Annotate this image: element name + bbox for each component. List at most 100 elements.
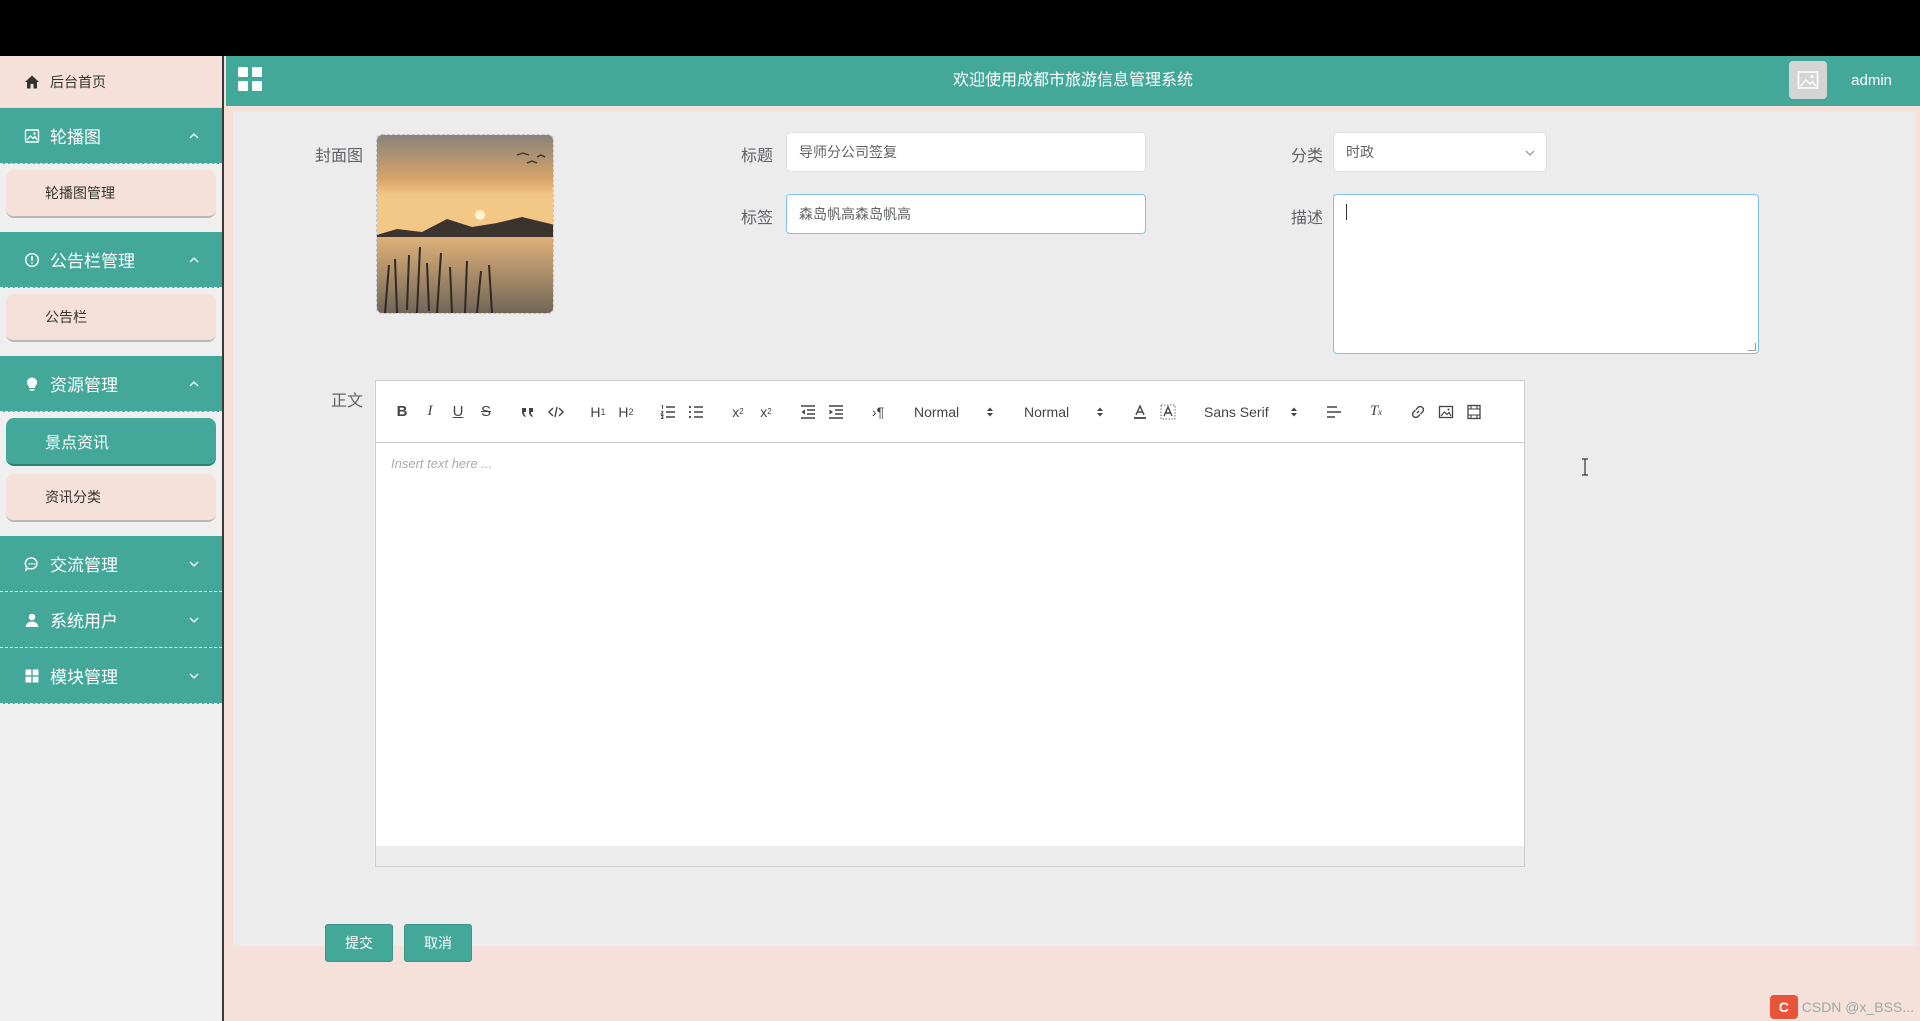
link-icon [1411,405,1425,418]
chat-icon [24,556,40,572]
menu-group-system-users[interactable]: 系统用户 [0,592,222,648]
align-button[interactable] [1320,400,1348,424]
sidebar-item-news-category[interactable]: 资讯分类 [6,474,216,522]
font-select-value: Sans Serif [1204,403,1269,420]
text-direction-button[interactable]: ›¶ [864,400,892,424]
image-button[interactable] [1432,400,1460,424]
csdn-logo-icon: C [1769,995,1798,1019]
blockquote-button[interactable] [514,400,542,424]
ibeam-cursor-icon [1582,458,1588,476]
font-select[interactable]: Sans Serif [1196,400,1306,424]
grid-icon [24,668,40,684]
avatar[interactable] [1789,61,1827,99]
body-label: 正文 [330,393,363,410]
header-select[interactable]: Normal [906,400,1002,424]
header1-button[interactable]: H1 [584,400,612,424]
username[interactable]: admin [1851,56,1892,106]
chevron-down-icon [188,614,200,626]
screen-top-bar [0,0,1920,56]
menu-group-notice[interactable]: 公告栏管理 [0,232,222,288]
system-title: 欢迎使用成都市旅游信息管理系统 [952,72,1193,89]
watermark-text: CSDN @x_BSS... [1801,999,1914,1015]
watermark: C CSDN @x_BSS... [1769,995,1914,1019]
outdent-icon [801,404,815,419]
menu-group-communication[interactable]: 交流管理 [0,536,222,592]
size-select[interactable]: Normal [1016,400,1112,424]
underline-button[interactable]: U [444,400,472,424]
strike-button[interactable]: S [472,400,500,424]
code-icon [548,406,564,417]
bullet-list-icon [688,405,703,418]
menu-group-label: 资源管理 [50,376,118,395]
code-block-button[interactable] [542,400,570,424]
menu-group-modules[interactable]: 模块管理 [0,648,222,704]
sidebar-item-carousel-manage[interactable]: 轮播图管理 [6,170,216,218]
header2-button[interactable]: H2 [612,400,640,424]
ordered-list-button[interactable] [654,400,682,424]
cover-label: 封面图 [314,148,363,165]
sidebar: 后台首页 轮播图 轮播图管理 公告栏管理 公告栏 资源管理 景点资讯 资讯分类 … [0,56,224,1021]
home-icon [24,74,40,90]
lightbulb-icon [24,376,40,392]
editor-content-area[interactable]: Insert text here ... [376,444,1524,866]
clear-format-button[interactable]: Tx [1362,400,1390,424]
tag-label: 标签 [740,210,773,227]
editor-toolbar: B I U S H1 H2 x2 x2 ›¶ Normal Normal San… [376,381,1524,443]
text-caret [1346,204,1347,220]
sidebar-item-notice[interactable]: 公告栏 [6,294,216,342]
outdent-button[interactable] [794,400,822,424]
cover-sunset-lake-image [377,135,553,313]
category-selected-value: 时政 [1346,144,1374,160]
video-button[interactable] [1460,400,1488,424]
user-icon [24,612,40,628]
menu-group-label: 轮播图 [50,128,101,147]
superscript-button[interactable]: x2 [752,400,780,424]
chevron-up-icon [188,254,200,266]
info-circle-icon [24,252,40,268]
image-icon [1438,405,1454,418]
tag-input[interactable]: 森岛帆高森岛帆高 [786,194,1146,234]
chevron-up-icon [188,378,200,390]
chevron-down-icon [188,670,200,682]
submit-button[interactable]: 提交 [325,924,393,962]
text-color-button[interactable] [1126,400,1154,424]
indent-icon [829,404,843,419]
updown-icon [1097,407,1103,416]
resize-handle[interactable] [1748,343,1756,351]
bullet-list-button[interactable] [682,400,710,424]
menu-group-carousel[interactable]: 轮播图 [0,108,222,164]
background-color-button[interactable] [1154,400,1182,424]
ordered-list-icon [659,404,675,419]
cover-image-upload[interactable] [376,134,554,314]
menu-group-resource[interactable]: 资源管理 [0,356,222,412]
align-left-icon [1327,405,1341,418]
bold-button[interactable]: B [388,400,416,424]
size-select-value: Normal [1024,403,1070,420]
quote-icon [522,407,533,417]
submenu-carousel: 轮播图管理 [0,164,222,232]
subscript-button[interactable]: x2 [724,400,752,424]
article-edit-form: 封面图 标题 导师分公司签复 分类 时政 标签 森岛帆高森岛帆高 描述 正文 B… [233,112,1916,962]
category-select[interactable]: 时政 [1333,132,1547,172]
italic-button[interactable]: I [416,400,444,424]
sidebar-item-home[interactable]: 后台首页 [0,56,222,108]
submenu-resource: 景点资讯 资讯分类 [0,412,222,536]
sidebar-item-home-label: 后台首页 [50,73,106,90]
image-placeholder-icon [1797,71,1819,89]
menu-group-label: 模块管理 [50,668,118,687]
highlight-icon [1160,404,1176,419]
link-button[interactable] [1404,400,1432,424]
indent-button[interactable] [822,400,850,424]
chevron-down-icon [188,558,200,570]
editor-placeholder: Insert text here ... [391,456,493,471]
editor-footer-strip [376,846,1524,866]
updown-icon [1291,407,1297,416]
title-input[interactable]: 导师分公司签复 [786,132,1146,172]
sidebar-item-scenic-news[interactable]: 景点资讯 [6,418,216,466]
description-label: 描述 [1290,210,1323,227]
cancel-button[interactable]: 取消 [404,924,472,962]
chevron-down-icon [1525,150,1535,156]
title-label: 标题 [740,148,773,165]
updown-icon [987,407,993,416]
description-textarea[interactable] [1333,194,1759,354]
